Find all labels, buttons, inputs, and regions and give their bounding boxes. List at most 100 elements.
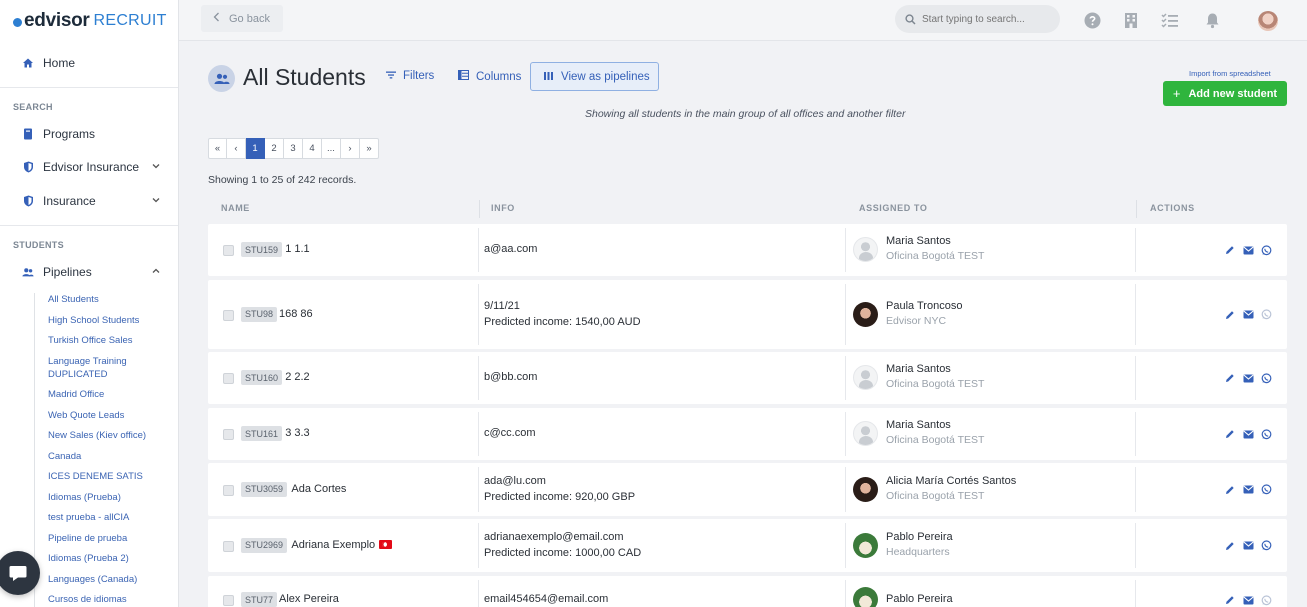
- student-name[interactable]: 1 1.1: [285, 243, 309, 255]
- student-name-text: Ada Cortes: [291, 482, 347, 495]
- page-4[interactable]: 4: [303, 138, 322, 159]
- row-checkbox[interactable]: [223, 429, 234, 440]
- pipeline-item[interactable]: High School Students: [48, 314, 174, 327]
- row-checkbox[interactable]: [223, 484, 234, 496]
- pipeline-item[interactable]: Language Training DUPLICATED: [48, 355, 143, 381]
- column-header-info[interactable]: INFO: [491, 203, 515, 213]
- assignee-name: Pablo Pereira: [886, 530, 953, 543]
- row-checkbox[interactable]: [223, 309, 234, 321]
- email-icon[interactable]: [1239, 244, 1257, 256]
- edit-pencil-icon[interactable]: [1221, 244, 1239, 256]
- whatsapp-icon[interactable]: [1257, 428, 1275, 440]
- table-row[interactable]: STU3059 Ada Cortes ada@lu.com Predicted …: [208, 463, 1287, 516]
- student-name[interactable]: 3 3.3: [285, 427, 309, 439]
- search-input[interactable]: [922, 13, 1052, 25]
- row-checkbox[interactable]: [223, 595, 234, 606]
- page-2[interactable]: 2: [265, 138, 284, 159]
- edvisor-logo[interactable]: edvisor RECRUIT: [13, 10, 167, 32]
- page-1[interactable]: 1: [246, 138, 265, 159]
- pipeline-item[interactable]: Languages (Canada): [48, 573, 174, 586]
- edit-pencil-icon[interactable]: [1221, 540, 1239, 552]
- edit-pencil-icon[interactable]: [1221, 594, 1239, 606]
- columns-button[interactable]: Columns: [458, 70, 521, 83]
- cell-separator: [478, 356, 479, 400]
- pipeline-item[interactable]: All Students: [48, 293, 174, 306]
- view-as-pipelines-button[interactable]: View as pipelines: [530, 62, 659, 91]
- student-name[interactable]: Adriana Exemplo: [291, 539, 393, 551]
- whatsapp-icon[interactable]: [1257, 309, 1275, 321]
- edit-pencil-icon[interactable]: [1221, 484, 1239, 496]
- email-icon[interactable]: [1239, 594, 1257, 606]
- student-name[interactable]: 2 2.2: [285, 371, 309, 383]
- pipeline-columns-icon: [544, 71, 553, 83]
- table-row[interactable]: STU2969 Adriana Exemplo adrianaexemplo@e…: [208, 519, 1287, 572]
- page-prev[interactable]: ‹: [227, 138, 246, 159]
- column-header-name[interactable]: NAME: [221, 203, 250, 213]
- row-checkbox[interactable]: [223, 373, 234, 384]
- sidebar-item-insurance[interactable]: Insurance: [0, 191, 178, 211]
- email-icon[interactable]: [1239, 540, 1257, 552]
- pipeline-item[interactable]: Turkish Office Sales: [48, 334, 174, 347]
- pipeline-item[interactable]: ICES DENEME SATIS: [48, 470, 174, 483]
- email-icon[interactable]: [1239, 372, 1257, 384]
- user-avatar[interactable]: [1258, 11, 1278, 31]
- table-row[interactable]: STU161 3 3.3 c@cc.com Maria Santos Ofici…: [208, 408, 1287, 460]
- add-new-student-button[interactable]: + Add new student: [1163, 81, 1287, 106]
- student-name-text: Alex Pereira: [279, 593, 339, 605]
- assignee-office: Edvisor NYC: [886, 314, 947, 327]
- sidebar-item-programs[interactable]: Programs: [0, 124, 178, 144]
- whatsapp-icon[interactable]: [1257, 540, 1275, 552]
- pipeline-item[interactable]: Madrid Office: [48, 388, 174, 401]
- task-list-icon[interactable]: [1161, 11, 1179, 29]
- help-icon[interactable]: [1083, 11, 1101, 29]
- student-name[interactable]: Alex Pereira: [279, 593, 339, 605]
- bell-icon[interactable]: [1203, 11, 1221, 29]
- go-back-button[interactable]: Go back: [201, 5, 283, 32]
- table-row[interactable]: STU160 2 2.2 b@bb.com Maria Santos Ofici…: [208, 352, 1287, 404]
- column-header-assigned[interactable]: ASSIGNED TO: [859, 203, 927, 213]
- page-3[interactable]: 3: [284, 138, 303, 159]
- sidebar-item-pipelines[interactable]: Pipelines: [0, 262, 178, 282]
- whatsapp-icon[interactable]: [1257, 372, 1275, 384]
- email-icon[interactable]: [1239, 428, 1257, 440]
- table-row[interactable]: STU98 168 86 9/11/21 Predicted income: 1…: [208, 280, 1287, 349]
- chevron-down-icon[interactable]: [151, 195, 161, 205]
- email-icon[interactable]: [1239, 309, 1257, 321]
- pipeline-item[interactable]: test prueba - allCIA: [48, 511, 174, 524]
- pipeline-item[interactable]: New Sales (Kiev office): [48, 429, 174, 442]
- pipeline-item[interactable]: Idiomas (Prueba): [48, 491, 174, 504]
- info-primary: b@bb.com: [484, 371, 538, 383]
- whatsapp-icon[interactable]: [1257, 594, 1275, 606]
- page-first[interactable]: «: [208, 138, 227, 159]
- cell-separator: [478, 412, 479, 456]
- page-ellipsis[interactable]: ...: [322, 138, 341, 159]
- filters-button[interactable]: Filters: [386, 70, 434, 82]
- row-checkbox[interactable]: [223, 540, 234, 552]
- pipeline-item[interactable]: Web Quote Leads: [48, 409, 174, 422]
- student-name[interactable]: 168 86: [279, 308, 313, 320]
- page-last[interactable]: »: [360, 138, 379, 159]
- student-name[interactable]: Ada Cortes: [291, 483, 346, 495]
- email-icon[interactable]: [1239, 484, 1257, 496]
- page-next[interactable]: ›: [341, 138, 360, 159]
- import-spreadsheet-link[interactable]: Import from spreadsheet: [1189, 69, 1271, 78]
- whatsapp-icon[interactable]: [1257, 244, 1275, 256]
- edit-pencil-icon[interactable]: [1221, 372, 1239, 384]
- chevron-down-icon[interactable]: [151, 161, 161, 171]
- row-checkbox[interactable]: [223, 245, 234, 256]
- global-search[interactable]: [895, 5, 1060, 33]
- chevron-up-icon[interactable]: [151, 266, 161, 276]
- table-row[interactable]: STU159 1 1.1 a@aa.com Maria Santos Ofici…: [208, 224, 1287, 276]
- building-icon[interactable]: [1122, 11, 1140, 29]
- table-row[interactable]: STU77 Alex Pereira email454654@email.com…: [208, 576, 1287, 607]
- pipeline-item[interactable]: Cursos de idiomas: [48, 593, 174, 606]
- whatsapp-icon[interactable]: [1257, 484, 1275, 496]
- edit-pencil-icon[interactable]: [1221, 309, 1239, 321]
- sidebar-item-edvisor-insurance[interactable]: Edvisor Insurance: [0, 157, 178, 177]
- pipeline-item[interactable]: Pipeline de prueba: [48, 532, 174, 545]
- pipeline-item[interactable]: Idiomas (Prueba 2): [48, 552, 174, 565]
- student-id-badge: STU159: [241, 242, 283, 257]
- sidebar-item-home[interactable]: Home: [0, 53, 178, 73]
- edit-pencil-icon[interactable]: [1221, 428, 1239, 440]
- pipeline-item[interactable]: Canada: [48, 450, 174, 463]
